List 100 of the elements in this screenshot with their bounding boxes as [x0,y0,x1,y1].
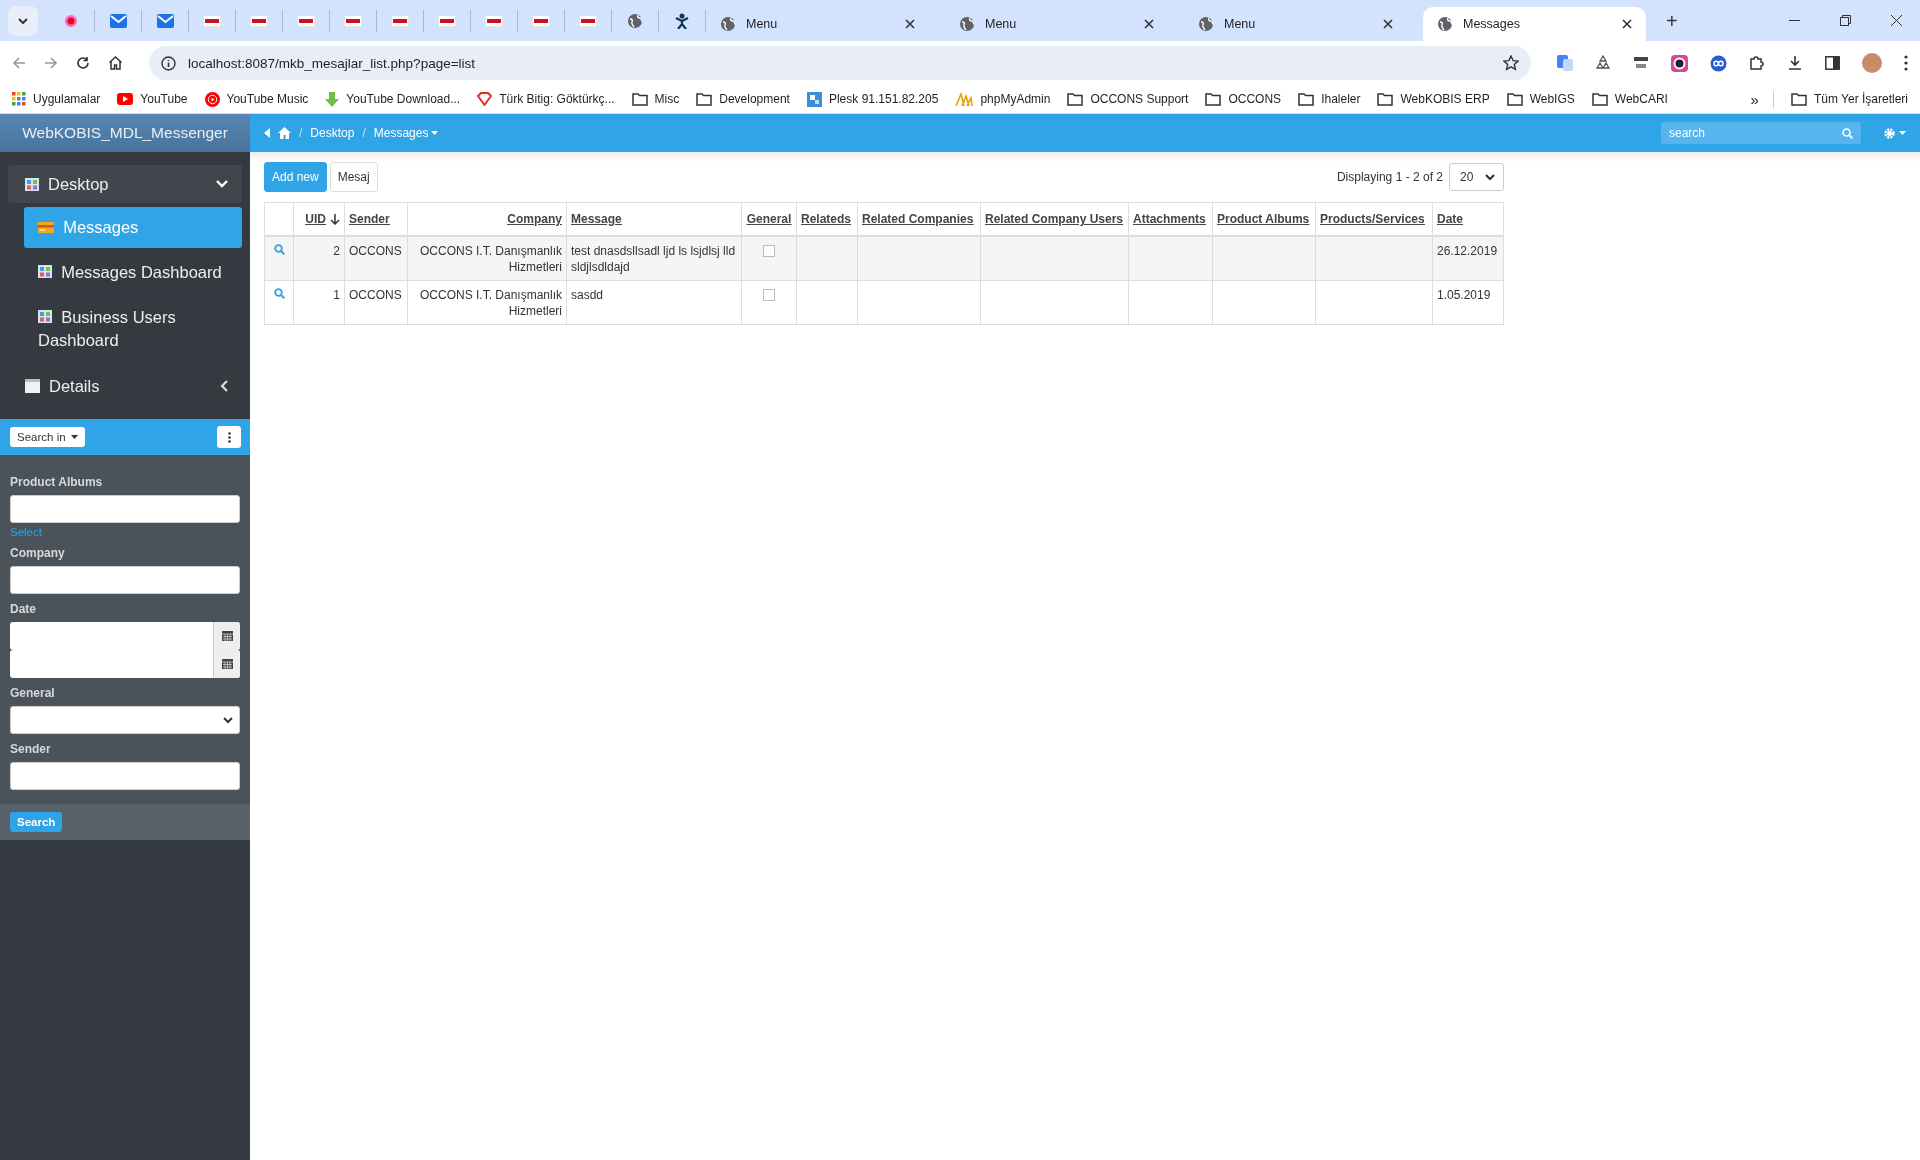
folder-icon [1377,92,1394,106]
date-input[interactable] [10,622,240,650]
logo-icon[interactable] [344,15,362,27]
infinity-icon[interactable] [1710,54,1727,72]
logo-icon[interactable] [532,15,550,27]
down-arrow-icon [325,91,340,107]
bookmark-link[interactable]: phpMyAdmin [955,92,1051,106]
browser-tab[interactable]: Menu [1184,7,1407,41]
menu-item[interactable]: Desktop [8,165,242,203]
more-bookmarks-button[interactable]: » [1750,90,1774,108]
date-input[interactable] [10,650,240,678]
logo-icon[interactable] [438,15,456,27]
browser-tab[interactable]: Menu [945,7,1168,41]
home-icon[interactable] [108,56,123,70]
restore-icon[interactable] [1840,15,1851,26]
more-menu-icon[interactable] [1904,55,1908,71]
checkbox[interactable] [763,245,775,257]
apps-grid-icon [12,92,26,106]
mail-icon[interactable] [156,14,174,28]
folder-icon [1298,92,1315,106]
forward-arrow-icon[interactable] [44,56,58,70]
tab-search-button[interactable] [8,6,38,36]
globe-icon[interactable] [627,13,643,29]
mail-icon[interactable] [109,14,127,28]
grid-icon [38,265,52,278]
search-icon[interactable] [273,244,285,255]
logo-icon[interactable] [579,15,597,27]
filter-input[interactable] [10,566,240,594]
avatar-icon[interactable] [1862,53,1882,73]
breadcrumb-separator: / [299,126,303,140]
bookmark-link[interactable]: Plesk 91.151.82.205 [806,91,939,107]
toolbar-button[interactable]: Mesaj [329,162,378,192]
bookmark-link[interactable]: OCCONS [1205,92,1282,106]
star-icon[interactable] [1503,55,1519,71]
close-icon[interactable] [905,19,915,29]
close-icon[interactable] [1891,15,1902,26]
logo-icon[interactable] [297,15,315,27]
caret-left-icon[interactable] [264,128,270,138]
bookmark-link[interactable]: Ihaleler [1298,92,1361,106]
options-button[interactable] [217,426,241,448]
folder-icon [1790,92,1807,106]
checkbox[interactable] [763,289,775,301]
bookmark-link[interactable]: YouTube [117,92,188,106]
bookmark-link[interactable]: Development [696,92,790,106]
globe-icon [959,16,975,32]
bookmark-link[interactable]: YouTube Music [204,91,309,107]
folder-icon [1506,92,1523,106]
back-arrow-icon[interactable] [12,56,26,70]
bookmark-link[interactable]: WebCARI [1591,92,1668,106]
puzzle-icon[interactable] [1749,55,1765,71]
menu-item[interactable]: Details [8,367,242,405]
bookmark-link[interactable]: Türk Bitig: Göktürkç... [477,92,615,106]
page-size-select[interactable]: 20 [1449,163,1504,191]
menu-item[interactable]: Messages Dashboard [24,252,242,293]
folder-icon [1067,92,1084,106]
caret-icon [1899,131,1906,135]
bookmark-link[interactable]: YouTube Download... [325,91,461,107]
caret-icon [70,435,78,439]
bookmark-link[interactable]: Misc [631,92,680,106]
figure-icon[interactable] [675,13,689,29]
record-icon[interactable] [64,14,78,28]
search-icon[interactable] [273,288,285,299]
logo-icon[interactable] [485,15,503,27]
table-cell: OCCONS [349,244,402,258]
folder-icon [1205,92,1222,106]
settings-menu-button[interactable] [1883,126,1906,140]
info-icon[interactable] [161,55,176,71]
filter-input[interactable] [10,762,240,790]
translate-icon[interactable] [1557,55,1573,71]
chevron-down-icon [18,18,28,24]
bookmark-link[interactable]: Uygulamalar [12,92,101,106]
app-brand[interactable]: WebKOBIS_MDL_Messenger [0,114,250,152]
bookmark-link[interactable]: OCCONS Support [1067,92,1189,106]
filter-input[interactable] [10,495,240,523]
bookmark-link[interactable]: Tüm Yer İşaretleri [1790,92,1908,106]
logo-icon[interactable] [250,15,268,27]
close-icon[interactable] [1383,19,1393,29]
menu-item[interactable]: Business Users Dashboard [24,297,242,361]
color-ring-icon[interactable] [1671,54,1688,72]
browser-tab[interactable]: Messages [1423,7,1646,41]
globe-icon [1198,16,1214,32]
logo-icon[interactable] [391,15,409,27]
close-icon[interactable] [1622,19,1632,29]
filter-label: Date [10,602,37,616]
reload-icon[interactable] [76,56,90,70]
bookmark-link[interactable]: WebIGS [1506,92,1575,106]
download-icon[interactable] [1787,55,1803,71]
new-tab-button[interactable]: + [1666,10,1678,33]
search-field[interactable]: search [1661,122,1861,144]
address-bar[interactable]: localhost:8087/mkb_mesajlar_list.php?page=list [149,46,1531,80]
logo-icon[interactable] [203,15,221,27]
search-in-button[interactable]: Search in [10,427,85,447]
table-cell: 2 [333,244,340,258]
browser-tab[interactable]: Menu [706,7,929,41]
table-cell: 1 [333,288,340,302]
side-panel-icon[interactable] [1825,56,1840,70]
globe-icon [720,16,736,32]
close-icon[interactable] [1144,19,1154,29]
filter-label: Company [10,546,66,560]
bookmark-link[interactable]: WebKOBIS ERP [1377,92,1490,106]
